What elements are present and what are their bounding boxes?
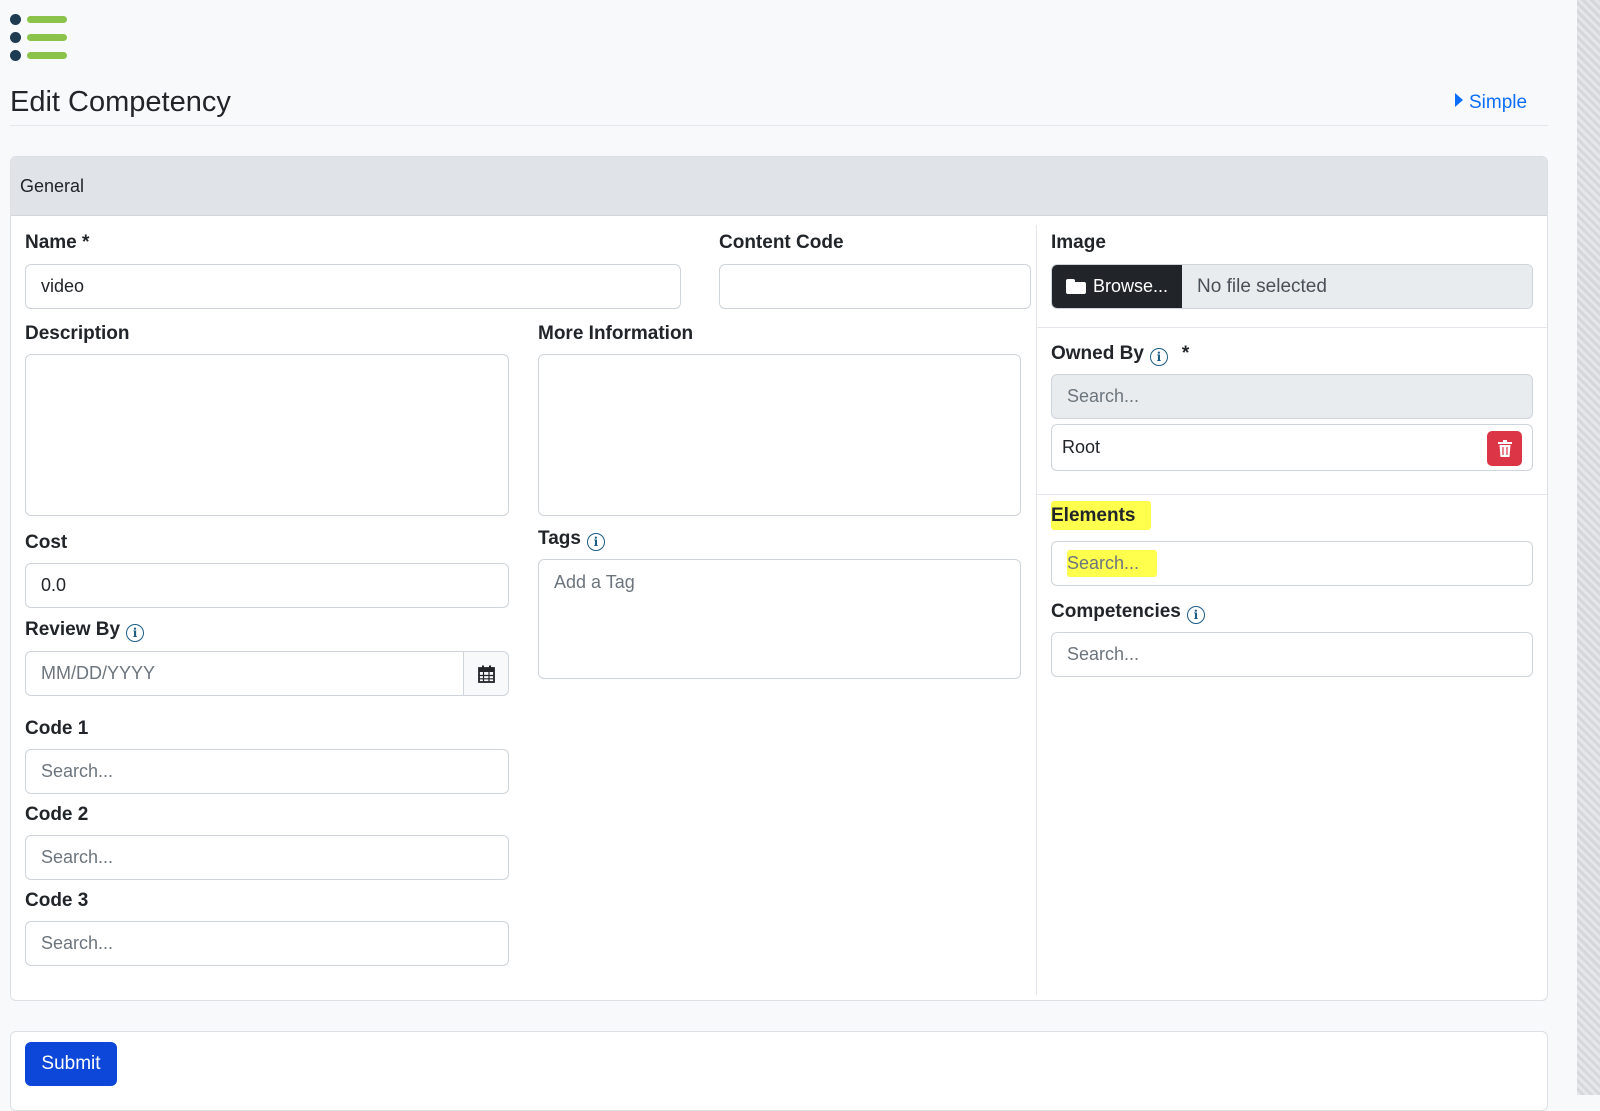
trash-icon <box>1497 440 1512 457</box>
caret-right-icon <box>1455 93 1463 107</box>
submit-button[interactable]: Submit <box>25 1042 117 1086</box>
review-by-date-input[interactable]: MM/DD/YYYY <box>25 651 463 696</box>
code2-search-input[interactable]: Search... <box>25 835 509 880</box>
description-label: Description <box>25 323 130 344</box>
elements-label: Elements <box>1051 501 1152 530</box>
section-divider <box>1036 494 1547 495</box>
image-label: Image <box>1051 232 1106 253</box>
elements-label-text: Elements <box>1051 501 1152 530</box>
owned-by-selected-item: Root <box>1051 424 1533 471</box>
review-by-date-group: MM/DD/YYYY <box>25 651 509 696</box>
info-icon[interactable]: i <box>1186 606 1205 624</box>
code1-search-input[interactable]: Search... <box>25 749 509 794</box>
elements-search-input[interactable]: Search... <box>1051 541 1533 586</box>
simple-mode-label: Simple <box>1469 92 1528 113</box>
info-icon[interactable]: i <box>126 624 145 642</box>
browse-button-label: Browse... <box>1093 276 1169 296</box>
info-icon[interactable]: i <box>1149 348 1168 366</box>
cost-input[interactable]: 0.0 <box>25 563 509 608</box>
code3-label: Code 3 <box>25 890 89 911</box>
image-file-input[interactable]: Browse... No file selected <box>1051 264 1533 309</box>
calendar-button[interactable] <box>463 651 509 696</box>
owned-by-selected-text: Root <box>1062 437 1101 457</box>
competencies-label: Competencies i <box>1051 601 1205 624</box>
description-textarea[interactable] <box>25 354 509 516</box>
browse-button[interactable]: Browse... <box>1052 265 1183 308</box>
calendar-icon <box>477 665 495 683</box>
page-title: Edit Competency <box>10 86 231 118</box>
elements-search-placeholder: Search... <box>1067 550 1158 577</box>
tags-label-text: Tags <box>538 528 581 549</box>
content-code-input[interactable] <box>719 264 1031 309</box>
folder-open-icon <box>1066 279 1086 294</box>
content-code-label: Content Code <box>719 232 844 253</box>
remove-owner-button[interactable] <box>1487 431 1522 466</box>
tags-label: Tags i <box>538 528 605 551</box>
info-icon[interactable]: i <box>586 533 605 551</box>
section-divider <box>1036 327 1547 328</box>
column-divider <box>1036 225 1037 995</box>
code1-label: Code 1 <box>25 718 89 739</box>
code2-label: Code 2 <box>25 804 89 825</box>
competencies-search-input[interactable]: Search... <box>1051 632 1533 677</box>
review-by-label-text: Review By <box>25 619 121 640</box>
more-information-label: More Information <box>538 323 694 344</box>
review-by-label: Review By i <box>25 619 145 642</box>
page-scrollbar[interactable] <box>1577 0 1600 1095</box>
actions-card: Submit <box>10 1031 1548 1111</box>
cost-label: Cost <box>25 532 68 553</box>
code3-search-input[interactable]: Search... <box>25 921 509 966</box>
more-information-textarea[interactable] <box>538 354 1021 516</box>
owned-by-label-text: Owned By <box>1051 343 1144 364</box>
tags-input[interactable]: Add a Tag <box>538 559 1021 679</box>
owned-by-search-input[interactable]: Search... <box>1051 374 1533 419</box>
owned-by-label: Owned By i * <box>1051 343 1189 366</box>
name-input[interactable]: video <box>25 264 681 309</box>
title-divider <box>10 125 1548 126</box>
general-card: General Name * video Content Code Descri… <box>10 156 1548 1001</box>
required-marker: * <box>1181 343 1190 364</box>
app-logo-icon[interactable] <box>10 12 70 61</box>
name-label: Name * <box>25 232 90 253</box>
card-header-general: General <box>11 157 1547 216</box>
simple-mode-link[interactable]: Simple <box>1455 92 1527 114</box>
competencies-label-text: Competencies <box>1051 601 1181 622</box>
file-status-text: No file selected <box>1182 265 1532 308</box>
